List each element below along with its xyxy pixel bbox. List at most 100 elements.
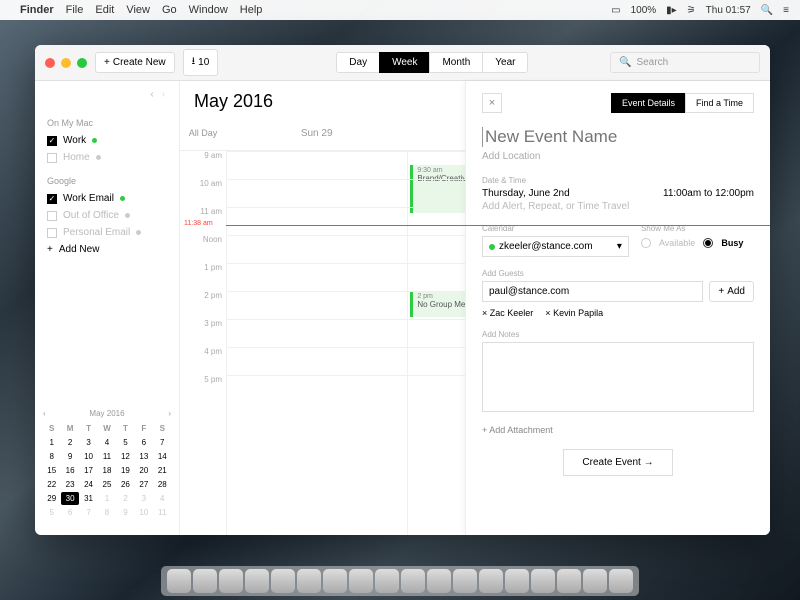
day-sun[interactable]: Sun 29 (226, 122, 407, 150)
mini-day[interactable]: 5 (43, 506, 60, 519)
dock-app[interactable] (609, 569, 633, 593)
create-event-button[interactable]: Create Event → (563, 449, 672, 476)
mini-day[interactable]: 10 (80, 450, 97, 463)
mini-day[interactable]: 26 (117, 478, 134, 491)
tab-find-time[interactable]: Find a Time (685, 93, 754, 113)
spotlight-icon[interactable]: 🔍 (758, 5, 776, 16)
dock-app[interactable] (323, 569, 347, 593)
clock[interactable]: Thu 01:57 (703, 5, 754, 16)
mini-day[interactable]: 15 (43, 464, 60, 477)
mini-day[interactable]: 19 (117, 464, 134, 477)
cal-work[interactable]: ✓Work (35, 132, 179, 149)
col-sun[interactable] (226, 151, 407, 535)
mini-day[interactable]: 13 (135, 450, 152, 463)
mini-day[interactable]: 17 (80, 464, 97, 477)
create-new-button[interactable]: +Create New (95, 52, 175, 73)
next-month-icon[interactable]: › (168, 409, 171, 418)
mini-day[interactable]: 24 (80, 478, 97, 491)
tab-event-details[interactable]: Event Details (611, 93, 685, 113)
cal-work-email[interactable]: ✓Work Email (35, 190, 179, 207)
mini-day[interactable]: 10 (135, 506, 152, 519)
mini-day[interactable]: 6 (135, 436, 152, 449)
dock-app[interactable] (245, 569, 269, 593)
dock-app[interactable] (349, 569, 373, 593)
prev-month-icon[interactable]: ‹ (43, 409, 46, 418)
menu-file[interactable]: File (66, 4, 84, 16)
checkbox-icon[interactable] (47, 211, 57, 221)
mini-day[interactable]: 2 (117, 492, 134, 505)
menu-window[interactable]: Window (189, 4, 228, 16)
mini-day[interactable]: 11 (154, 506, 171, 519)
mini-day[interactable]: 14 (154, 450, 171, 463)
dock-app[interactable] (193, 569, 217, 593)
app-name[interactable]: Finder (20, 4, 54, 16)
mini-day[interactable]: 16 (61, 464, 78, 477)
mini-day[interactable]: 5 (117, 436, 134, 449)
nav-back-icon[interactable]: ‹ (146, 89, 157, 100)
mini-day[interactable]: 25 (98, 478, 115, 491)
zoom-icon[interactable] (77, 58, 87, 68)
mini-day[interactable]: 9 (61, 450, 78, 463)
nav-fwd-icon[interactable]: › (158, 89, 169, 100)
close-icon[interactable] (45, 58, 55, 68)
event-location-input[interactable]: Add Location (482, 151, 754, 162)
alert-link[interactable]: Add Alert, Repeat, or Time Travel (482, 201, 754, 212)
dock-app[interactable] (427, 569, 451, 593)
mini-day[interactable]: 9 (117, 506, 134, 519)
guest-input[interactable] (482, 281, 703, 302)
cal-out-of-office[interactable]: Out of Office (35, 207, 179, 224)
mini-day[interactable]: 4 (154, 492, 171, 505)
dock-app[interactable] (505, 569, 529, 593)
mini-day[interactable]: 12 (117, 450, 134, 463)
menu-edit[interactable]: Edit (95, 4, 114, 16)
dock-app[interactable] (375, 569, 399, 593)
mini-day[interactable]: 11 (98, 450, 115, 463)
radio-busy[interactable] (703, 238, 713, 248)
dock-app[interactable] (583, 569, 607, 593)
radio-available[interactable] (641, 238, 651, 248)
mini-day[interactable]: 8 (98, 506, 115, 519)
mini-day[interactable]: 3 (80, 436, 97, 449)
view-month[interactable]: Month (429, 52, 482, 73)
mini-day[interactable]: 30 (61, 492, 78, 505)
dock[interactable] (161, 566, 639, 596)
mini-day[interactable]: 18 (98, 464, 115, 477)
mini-day[interactable]: 6 (61, 506, 78, 519)
checkbox-icon[interactable] (47, 153, 57, 163)
add-calendar[interactable]: +Add New (35, 241, 179, 258)
dock-app[interactable] (453, 569, 477, 593)
airplay-icon[interactable]: ▭ (608, 5, 623, 16)
guest-chip[interactable]: × Zac Keeler (482, 308, 533, 318)
guest-chip[interactable]: × Kevin Papila (545, 308, 603, 318)
mini-day[interactable]: 27 (135, 478, 152, 491)
add-attachment-link[interactable]: + Add Attachment (482, 425, 754, 435)
mini-day[interactable]: 3 (135, 492, 152, 505)
dock-app[interactable] (297, 569, 321, 593)
battery-icon[interactable]: ▮▸ (663, 5, 680, 16)
menu-go[interactable]: Go (162, 4, 177, 16)
view-year[interactable]: Year (482, 52, 528, 73)
cal-home[interactable]: Home (35, 149, 179, 166)
search-input[interactable]: 🔍Search (610, 52, 760, 73)
mini-day[interactable]: 21 (154, 464, 171, 477)
add-guest-button[interactable]: +Add (709, 281, 754, 302)
close-panel-button[interactable]: × (482, 93, 502, 113)
calendar-select[interactable]: zkeeler@stance.com▾ (482, 236, 629, 257)
checkbox-icon[interactable]: ✓ (47, 194, 57, 204)
dock-app[interactable] (479, 569, 503, 593)
mini-day[interactable]: 1 (98, 492, 115, 505)
checkbox-icon[interactable]: ✓ (47, 136, 57, 146)
dock-app[interactable] (271, 569, 295, 593)
mini-day[interactable]: 8 (43, 450, 60, 463)
menu-help[interactable]: Help (240, 4, 263, 16)
view-day[interactable]: Day (336, 52, 379, 73)
cal-personal-email[interactable]: Personal Email (35, 224, 179, 241)
mini-day[interactable]: 2 (61, 436, 78, 449)
dock-app[interactable] (531, 569, 555, 593)
checkbox-icon[interactable] (47, 228, 57, 238)
mini-day[interactable]: 29 (43, 492, 60, 505)
menu-icon[interactable]: ≡ (780, 5, 792, 16)
mini-day[interactable]: 20 (135, 464, 152, 477)
dock-app[interactable] (219, 569, 243, 593)
download-button[interactable]: ⭳10 (183, 49, 219, 76)
